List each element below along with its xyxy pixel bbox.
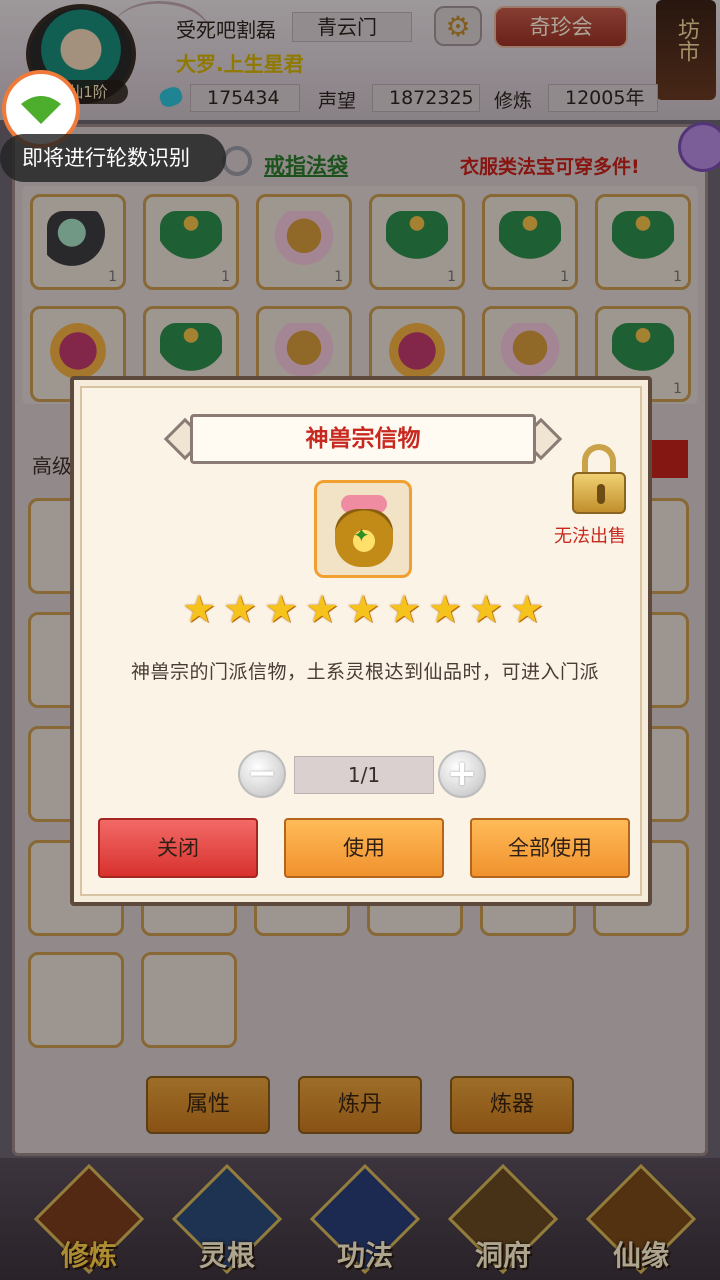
- star-icon: ★: [182, 587, 217, 631]
- item-icon-frame: ✦: [314, 480, 412, 578]
- item-star-rating: ★ ★ ★ ★ ★ ★ ★ ★ ★: [182, 590, 548, 630]
- star-icon: ★: [469, 587, 504, 631]
- item-description: 神兽宗的门派信物，土系灵根达到仙品时，可进入门派: [130, 661, 599, 683]
- star-icon: ★: [387, 587, 422, 631]
- recognition-toast: 即将进行轮数识别: [0, 70, 226, 182]
- quantity-display: 1/1: [294, 756, 434, 794]
- dialog-title: 神兽宗信物: [190, 414, 536, 464]
- star-icon: ★: [428, 587, 463, 631]
- decrease-button[interactable]: −: [238, 750, 286, 798]
- star-icon: ★: [346, 587, 381, 631]
- close-button[interactable]: 关闭: [98, 818, 258, 878]
- pouch-glyph: ✦: [353, 523, 370, 547]
- toast-text: 即将进行轮数识别: [0, 134, 226, 182]
- star-icon: ★: [510, 587, 545, 631]
- increase-button[interactable]: +: [438, 750, 486, 798]
- dialog-title-bar: 神兽宗信物: [163, 414, 563, 464]
- use-button[interactable]: 使用: [284, 818, 444, 878]
- star-icon: ★: [223, 587, 258, 631]
- star-icon: ★: [264, 587, 299, 631]
- star-icon: ★: [305, 587, 340, 631]
- item-detail-dialog: 神兽宗信物 无法出售 ✦ ★ ★ ★ ★ ★ ★ ★ ★ ★ 神兽宗的门派信物，土系灵根达到仙品…: [70, 376, 652, 906]
- use-all-button[interactable]: 全部使用: [470, 818, 630, 878]
- unsellable-label: 无法出售: [554, 526, 626, 547]
- lock-icon: [572, 444, 626, 514]
